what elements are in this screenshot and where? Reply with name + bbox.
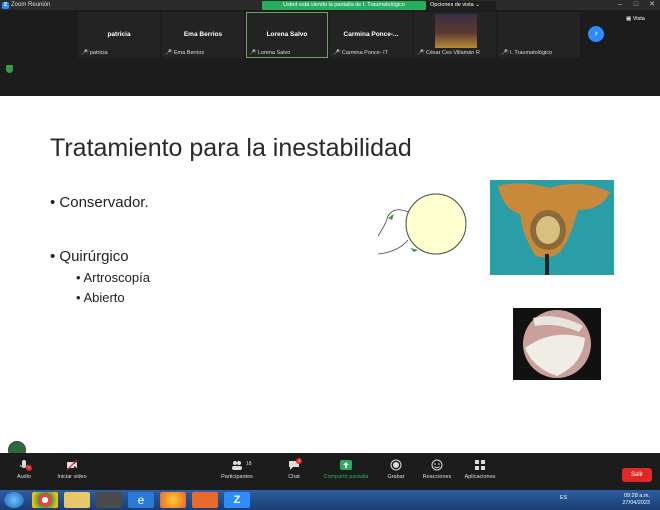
clock-date: 27/04/2023 xyxy=(622,500,650,506)
reactions-button[interactable]: Reacciones xyxy=(420,459,454,480)
participant-tile[interactable]: 🎤̸ César Ces Villamán R xyxy=(414,12,496,58)
arthroscopy-photo xyxy=(513,308,601,380)
participants-count: 18 xyxy=(246,461,252,467)
sub-bullet-abierto: • Abierto xyxy=(76,290,125,305)
participant-label: 🎤̸ patricia xyxy=(81,50,108,56)
audio-button[interactable]: Audio xyxy=(12,459,36,480)
chat-unread-badge: 4 xyxy=(296,458,302,464)
mic-muted-icon: 🎤̸ xyxy=(165,50,172,56)
surgical-photo xyxy=(490,180,614,275)
security-shield-icon[interactable] xyxy=(6,65,13,73)
bullet-conservador: • Conservador. xyxy=(50,194,149,211)
slide-title: Tratamiento para la inestabilidad xyxy=(50,134,412,162)
share-screen-icon xyxy=(340,460,352,470)
start-video-button[interactable]: Iniciar video xyxy=(52,459,92,480)
smiley-icon xyxy=(431,459,443,471)
zoom-taskbar-icon[interactable]: Z xyxy=(224,492,250,508)
participant-name: Carmina Ponce-... xyxy=(343,31,399,38)
media-player-icon[interactable] xyxy=(96,492,122,508)
participant-tile-active[interactable]: Lorena Salvo 🎤̸ Lorena Salvo xyxy=(246,12,328,58)
participant-label: 🎤̸ Lorena Salvo xyxy=(249,50,291,56)
leave-button[interactable]: Salir xyxy=(622,468,652,482)
clock[interactable]: 09:28 a.m. 27/04/2023 xyxy=(622,493,650,507)
participant-name: Lorena Salvo xyxy=(266,31,308,38)
participant-tile[interactable]: patricia 🎤̸ patricia xyxy=(78,12,160,58)
mic-muted-icon: 🎤̸ xyxy=(81,50,88,56)
bullet-quirurgico: • Quirúrgico xyxy=(50,248,129,265)
mic-muted-icon: 🎤̸ xyxy=(501,50,508,56)
window-controls: – □ ✕ xyxy=(612,0,660,10)
participant-tile[interactable]: Ema Berrios 🎤̸ Ema Berrios xyxy=(162,12,244,58)
participant-tile[interactable]: 🎤̸ I. Traumatológico xyxy=(498,12,580,58)
minimize-icon[interactable]: – xyxy=(612,0,628,10)
mic-muted-icon: 🎤̸ xyxy=(333,50,340,56)
mic-muted-icon: 🎤̸ xyxy=(417,50,424,56)
maximize-icon[interactable]: □ xyxy=(628,0,644,10)
participant-tile[interactable]: Carmina Ponce-... 🎤̸ Carmina Ponce- IT xyxy=(330,12,412,58)
share-screen-button[interactable]: Compartir pantalla xyxy=(318,459,374,480)
record-button[interactable]: Grabar xyxy=(384,459,408,480)
internet-explorer-icon[interactable]: e xyxy=(128,492,154,508)
chrome-icon[interactable] xyxy=(32,492,58,508)
start-button-icon[interactable] xyxy=(4,492,24,508)
zoom-logo-icon: Z xyxy=(2,1,9,9)
meeting-toolbar: Audio ! Iniciar video Participantes 18 C… xyxy=(0,453,660,490)
grid-icon: ▦ xyxy=(626,16,633,22)
firefox-icon[interactable] xyxy=(160,492,186,508)
apps-button[interactable]: Aplicaciones xyxy=(462,459,498,480)
next-page-button[interactable]: › xyxy=(588,26,604,42)
share-banner: Usted está viendo la pantalla de I. Trau… xyxy=(262,1,426,10)
view-button[interactable]: ▦ Vista xyxy=(626,16,645,22)
video-off-icon xyxy=(66,459,78,471)
apps-icon xyxy=(475,460,485,470)
mic-muted-icon: 🎤̸ xyxy=(249,50,256,56)
language-indicator[interactable]: ES xyxy=(560,495,567,501)
people-icon xyxy=(232,461,242,470)
record-icon xyxy=(390,459,402,471)
audio-warning-badge: ! xyxy=(26,465,32,471)
glenoid-diagram xyxy=(377,193,467,255)
participant-name: patricia xyxy=(107,31,131,38)
participant-label: 🎤̸ I. Traumatológico xyxy=(501,50,553,56)
participant-label: 🎤̸ Ema Berrios xyxy=(165,50,205,56)
participant-video xyxy=(435,14,477,48)
close-icon[interactable]: ✕ xyxy=(644,0,660,10)
participant-label: 🎤̸ Carmina Ponce- IT xyxy=(333,50,389,56)
window-title: Zoom Reunión xyxy=(11,2,51,8)
participant-label: 🎤̸ César Ces Villamán R xyxy=(417,50,480,56)
shared-slide: Tratamiento para la inestabilidad • Cons… xyxy=(0,96,660,453)
view-options-button[interactable]: Opciones de vista ⌄ xyxy=(426,1,496,10)
file-explorer-icon[interactable] xyxy=(64,492,90,508)
participant-strip: patricia 🎤̸ patricia Ema Berrios 🎤̸ Ema Be… xyxy=(0,10,660,96)
sub-bullet-artroscopia: • Artroscopía xyxy=(76,270,150,285)
clock-time: 09:28 a.m. xyxy=(624,493,650,499)
outlook-icon[interactable] xyxy=(192,492,218,508)
participant-name: Ema Berrios xyxy=(183,31,223,38)
windows-taskbar: e Z ES 09:28 a.m. 27/04/2023 xyxy=(0,490,660,510)
